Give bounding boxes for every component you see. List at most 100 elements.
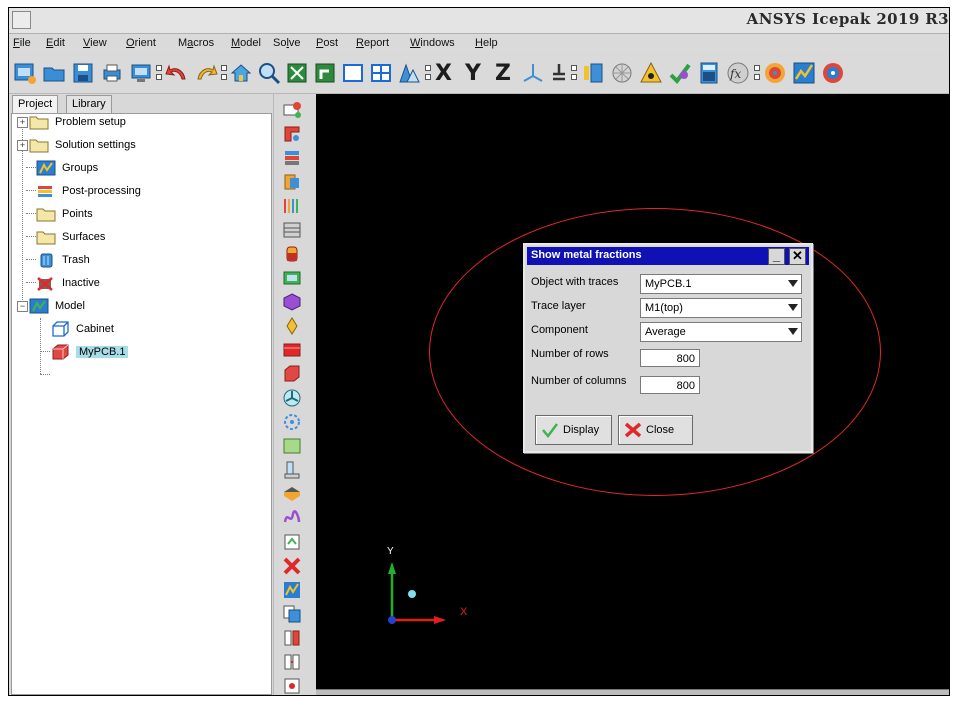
close-x-icon: [624, 422, 642, 438]
menu-model[interactable]: Model: [231, 37, 261, 49]
collapse-model[interactable]: −: [17, 301, 28, 312]
align-objects-icon[interactable]: [282, 628, 302, 648]
close-window-button[interactable]: ✕: [789, 248, 806, 265]
menu-orient[interactable]: Orient: [126, 37, 156, 49]
folder-icon: [29, 137, 49, 153]
source-tool-icon[interactable]: [282, 316, 302, 336]
tree-item-trash[interactable]: Trash: [36, 250, 90, 270]
wire-tool-icon[interactable]: [282, 508, 302, 528]
minimize-button[interactable]: _: [768, 248, 785, 265]
open-project-icon[interactable]: [42, 61, 66, 85]
network-tool-icon[interactable]: [282, 172, 302, 192]
fan-tool-icon[interactable]: [282, 388, 302, 408]
trace-layer-select[interactable]: M1(top): [640, 298, 802, 318]
enclosure-tool-icon[interactable]: [282, 532, 302, 552]
expand-problem-setup[interactable]: +: [17, 117, 28, 128]
menu-edit[interactable]: Edit: [46, 37, 65, 49]
tree-item-mypcb[interactable]: MyPCB.1: [50, 342, 129, 362]
mesh-icon[interactable]: [610, 61, 634, 85]
number-of-columns-input[interactable]: 800: [640, 376, 700, 394]
menu-windows[interactable]: Windows: [410, 37, 455, 49]
block-stack-tool-icon[interactable]: [282, 148, 302, 168]
tree-item-problem-setup[interactable]: Problem setup: [29, 112, 126, 132]
new-project-icon[interactable]: [13, 61, 37, 85]
folder-icon: [36, 206, 56, 222]
pcb-tool-icon[interactable]: [282, 364, 302, 384]
snap-object-icon[interactable]: [282, 676, 302, 695]
tree-item-surfaces[interactable]: Surfaces: [36, 227, 105, 247]
print-icon[interactable]: [100, 61, 124, 85]
component-select[interactable]: Average: [640, 322, 802, 342]
menu-view[interactable]: View: [83, 37, 107, 49]
menu-solve[interactable]: Solve: [273, 37, 301, 49]
copy-object-icon[interactable]: [282, 604, 302, 624]
match-face-icon[interactable]: [282, 652, 302, 672]
view-y-axis-button[interactable]: Y: [465, 61, 481, 86]
tab-library[interactable]: Library: [66, 95, 112, 113]
calculator-icon[interactable]: [697, 61, 721, 85]
tree-item-points[interactable]: Points: [36, 204, 93, 224]
delete-object-icon[interactable]: [282, 556, 302, 576]
tree-item-post-processing[interactable]: Post-processing: [36, 181, 141, 201]
main-toolbar: X Y Z fx: [9, 55, 949, 94]
function-icon[interactable]: fx: [726, 61, 750, 85]
window-menu-button[interactable]: [12, 11, 31, 29]
menu-macros[interactable]: Macros: [178, 37, 214, 49]
object-edit-icon[interactable]: [581, 61, 605, 85]
screenshot-icon[interactable]: [129, 61, 153, 85]
home-view-icon[interactable]: [229, 61, 253, 85]
opening-tool-icon[interactable]: [282, 268, 302, 288]
menu-help[interactable]: Help: [475, 37, 498, 49]
report-icon[interactable]: [821, 61, 845, 85]
create-group-icon[interactable]: [282, 580, 302, 600]
save-project-icon[interactable]: [71, 61, 95, 85]
tree-item-cabinet[interactable]: Cabinet: [50, 319, 114, 339]
menu-file[interactable]: File: [13, 37, 31, 49]
view-x-axis-button[interactable]: X: [435, 61, 452, 86]
number-of-rows-input[interactable]: 800: [640, 349, 700, 367]
quad-view-icon[interactable]: [369, 61, 393, 85]
block-tool-icon[interactable]: [282, 340, 302, 360]
heat-sink-tool-icon[interactable]: [282, 460, 302, 480]
solve-icon[interactable]: [668, 61, 692, 85]
prism-tool-icon[interactable]: [282, 292, 302, 312]
isometric-view-icon[interactable]: [521, 61, 545, 85]
assembly-tool-icon[interactable]: [282, 124, 302, 144]
plate-tool-icon[interactable]: [282, 220, 302, 240]
plot-icon[interactable]: [792, 61, 816, 85]
number-of-columns-label: Number of columns: [531, 375, 627, 387]
svg-text:fx: fx: [729, 67, 741, 81]
zoom-box-icon[interactable]: [285, 61, 309, 85]
reverse-view-icon[interactable]: [547, 61, 571, 85]
dialog-title-bar[interactable]: Show metal fractions _ ✕: [527, 247, 809, 265]
object-with-traces-label: Object with traces: [531, 276, 619, 288]
rotate-view-icon[interactable]: [313, 61, 337, 85]
tree-item-solution-settings[interactable]: Solution settings: [29, 135, 136, 155]
tree-item-groups[interactable]: Groups: [36, 158, 98, 178]
close-button[interactable]: Close: [618, 415, 693, 445]
cylinder-tool-icon[interactable]: [282, 244, 302, 264]
tree-item-inactive[interactable]: Inactive: [36, 273, 100, 293]
heat-source-tool-icon[interactable]: [282, 196, 302, 216]
warning-check-icon[interactable]: [639, 61, 663, 85]
resistance-tool-icon[interactable]: [282, 436, 302, 456]
cabinet-tool-icon[interactable]: [282, 100, 302, 120]
undo-icon[interactable]: [165, 61, 189, 85]
view-options-icon[interactable]: [397, 61, 421, 85]
expand-solution-settings[interactable]: +: [17, 140, 28, 151]
zoom-to-fit-icon[interactable]: [257, 61, 281, 85]
app-window: ANSYS Icepak 2019 R3 File Edit View Orie…: [8, 7, 950, 696]
graphics-window[interactable]: Show metal fractions _ ✕ Object with tra…: [316, 94, 949, 695]
contours-icon[interactable]: [763, 61, 787, 85]
single-view-icon[interactable]: [341, 61, 365, 85]
package-tool-icon[interactable]: [282, 484, 302, 504]
blower-tool-icon[interactable]: [282, 412, 302, 432]
object-with-traces-select[interactable]: MyPCB.1: [640, 274, 802, 294]
display-button[interactable]: Display: [535, 415, 612, 445]
tree-item-model[interactable]: Model: [29, 296, 85, 316]
menu-post[interactable]: Post: [316, 37, 338, 49]
viewport-scrollbar[interactable]: [316, 689, 949, 695]
redo-icon[interactable]: [194, 61, 218, 85]
menu-report[interactable]: Report: [356, 37, 389, 49]
view-z-axis-button[interactable]: Z: [495, 61, 511, 86]
